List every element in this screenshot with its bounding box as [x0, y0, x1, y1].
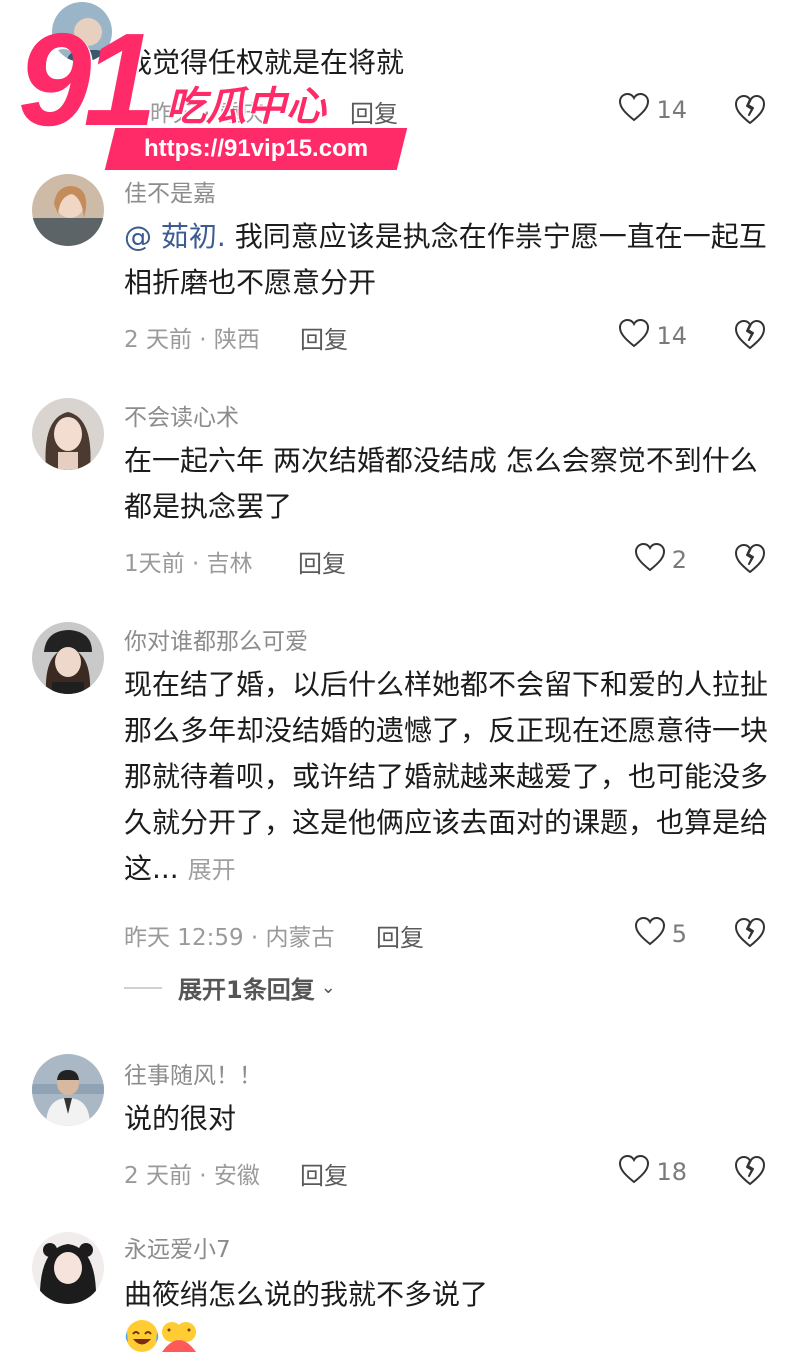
- heart-outline-icon: [618, 92, 650, 128]
- broken-heart-icon: [735, 1156, 765, 1185]
- dislike-button[interactable]: [733, 1153, 767, 1187]
- comment-text: 在一起六年 两次结婚都没结成 怎么会察觉不到什么 都是执念罢了: [124, 444, 758, 523]
- reply-button[interactable]: 回复: [300, 1156, 348, 1191]
- username[interactable]: 佳不是嘉: [124, 174, 216, 208]
- chevron-down-icon: ⌄: [320, 977, 336, 998]
- reply-button[interactable]: 回复: [300, 320, 348, 355]
- broken-heart-icon: [735, 95, 765, 124]
- watermark-url-text: https://91vip15.com: [143, 135, 369, 162]
- comment-body: 曲筱绡怎么说的我就不多说了: [124, 1278, 489, 1311]
- divider: [124, 986, 162, 989]
- reply-button[interactable]: 回复: [376, 918, 424, 953]
- comment-body: 现在结了婚，以后什么样她都不会留下和爱的人拉扯那么多年却没结婚的遗憾了，反正现在…: [124, 668, 769, 885]
- like-button[interactable]: 5: [634, 916, 687, 952]
- comment-meta: 2 天前 · 安徽: [124, 1163, 260, 1189]
- username[interactable]: 永远爱小7: [124, 1230, 231, 1264]
- comment-text: 曲筱绡怎么说的我就不多说了: [124, 1272, 774, 1368]
- like-count: 5: [671, 920, 687, 948]
- avatar[interactable]: [32, 174, 104, 246]
- broken-heart-icon: [735, 544, 765, 573]
- like-button[interactable]: 14: [618, 318, 687, 354]
- username[interactable]: 你对谁都那么可爱: [124, 622, 308, 656]
- broken-heart-icon: [735, 320, 765, 349]
- watermark-url: https://91vip15.com: [104, 128, 408, 170]
- like-button[interactable]: 2: [634, 542, 687, 578]
- dislike-button[interactable]: [733, 915, 767, 949]
- username[interactable]: 不会读心术: [124, 398, 239, 432]
- like-count: 18: [656, 1158, 687, 1186]
- dislike-button[interactable]: [733, 541, 767, 575]
- avatar[interactable]: [32, 1232, 104, 1304]
- watermark-title: 吃瓜中心: [166, 84, 326, 130]
- reply-button[interactable]: 回复: [298, 544, 346, 579]
- expand-replies-button[interactable]: 展开1条回复 ⌄: [124, 970, 336, 1005]
- heart-outline-icon: [618, 318, 650, 354]
- like-count: 14: [656, 322, 687, 350]
- dislike-button[interactable]: [733, 317, 767, 351]
- expand-replies-label: 展开1条回复: [178, 976, 315, 1004]
- comment-meta: 昨天 12:59 · 内蒙古: [124, 925, 335, 951]
- like-count: 2: [671, 546, 687, 574]
- heart-outline-icon: [634, 542, 666, 578]
- comment-meta: 1天前 · 吉林: [124, 551, 253, 577]
- avatar[interactable]: [32, 622, 104, 694]
- mention-link[interactable]: @ 茹初.: [124, 220, 226, 253]
- expand-text-link[interactable]: 展开: [188, 856, 236, 884]
- watermark-logo: 91 吃瓜中心 https://91vip15.com: [18, 10, 408, 170]
- username[interactable]: 往事随风！！: [124, 1056, 262, 1090]
- comment-text: 说的很对: [124, 1102, 237, 1135]
- dislike-button[interactable]: [733, 92, 767, 126]
- like-count: 14: [656, 96, 687, 124]
- comment-text: 现在结了婚，以后什么样她都不会留下和爱的人拉扯那么多年却没结婚的遗憾了，反正现在…: [124, 662, 774, 893]
- heart-outline-icon: [618, 1154, 650, 1190]
- like-button[interactable]: 14: [618, 92, 687, 128]
- avatar[interactable]: [32, 1054, 104, 1126]
- like-button[interactable]: 18: [618, 1154, 687, 1190]
- broken-heart-icon: [735, 918, 765, 947]
- comment-text: @ 茹初. 我同意应该是执念在作祟宁愿一直在一起互相折磨也不愿意分开: [124, 214, 774, 306]
- heart-outline-icon: [634, 916, 666, 952]
- comment-meta: 2 天前 · 陕西: [124, 327, 260, 353]
- avatar[interactable]: [32, 398, 104, 470]
